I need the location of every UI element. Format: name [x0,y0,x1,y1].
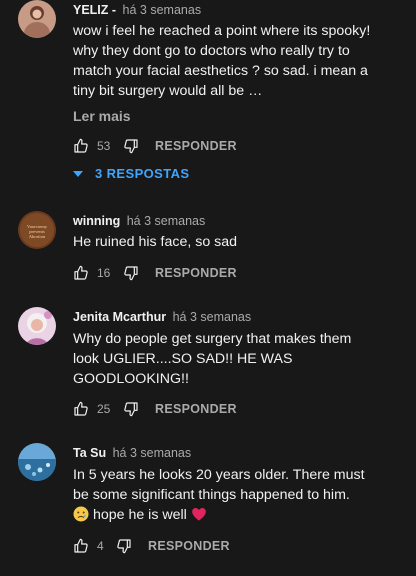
reply-button[interactable]: RESPONDER [155,266,237,280]
red-heart-emoji [191,506,207,522]
thumb-up-icon[interactable] [73,538,89,554]
reply-button[interactable]: RESPONDER [155,402,237,416]
comment-text-body: In 5 years he looks 20 years older. Ther… [73,467,365,503]
thumb-up-icon[interactable] [73,138,89,154]
avatar[interactable] [18,307,56,345]
avatar[interactable] [18,443,56,481]
comment-time[interactable]: há 3 semanas [113,446,192,460]
crying-face-emoji [73,506,89,522]
comment-text-end: hope he is well [92,507,187,523]
comment-author[interactable]: Ta Su [73,446,106,460]
like-count: 16 [97,266,111,280]
thumb-down-icon[interactable] [123,401,139,417]
like-count: 25 [97,402,111,416]
comment-text: In 5 years he looks 20 years older. Ther… [73,465,365,525]
comment-author[interactable]: YELIZ - [73,3,116,17]
avatar[interactable] [18,0,56,38]
like-count: 53 [97,139,111,153]
thumb-down-icon[interactable] [116,538,132,554]
comment-author[interactable]: winning [73,214,120,228]
replies-count-label: 3 RESPOSTAS [95,166,190,181]
read-more-link[interactable]: Ler mais [73,108,131,124]
comment-time[interactable]: há 3 semanas [123,3,202,17]
thumb-up-icon[interactable] [73,401,89,417]
caret-down-icon [73,170,83,177]
like-count: 4 [97,539,104,553]
avatar-text: Abortion [29,234,46,239]
thumb-down-icon[interactable] [123,138,139,154]
view-replies-button[interactable]: 3 RESPOSTAS [73,166,189,181]
comment-time[interactable]: há 3 semanas [127,214,206,228]
avatar[interactable]: Vasectomy prevents Abortion [18,211,56,249]
reply-button[interactable]: RESPONDER [148,539,230,553]
comment-author[interactable]: Jenita Mcarthur [73,310,166,324]
comment-text: Why do people get surgery that makes the… [73,331,352,387]
thumb-up-icon[interactable] [73,265,89,281]
comment-time[interactable]: há 3 semanas [173,310,252,324]
comment-text: wow i feel he reached a point where its … [73,23,371,99]
thumb-down-icon[interactable] [123,265,139,281]
reply-button[interactable]: RESPONDER [155,139,237,153]
comment-text: He ruined his face, so sad [73,234,238,250]
